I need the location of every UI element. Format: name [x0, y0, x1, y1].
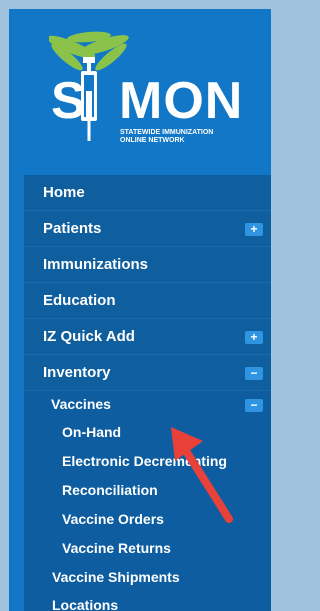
collapse-icon[interactable]: − — [245, 399, 263, 412]
simon-logo[interactable]: S MON STATEWIDE IMMUNIZATION ONLINE NETW… — [49, 31, 264, 146]
submenu-item-label: Vaccine Orders — [62, 511, 164, 527]
submenu-item-label: On-Hand — [62, 424, 122, 440]
menu-item-label: Immunizations — [43, 256, 149, 273]
submenu-item-label: Vaccine Shipments — [52, 569, 180, 585]
submenu-item-label: Vaccines — [51, 396, 111, 412]
submenu-item-label: Reconciliation — [62, 482, 158, 498]
menu-item-iz-quick-add[interactable]: IZ Quick Add + — [24, 319, 271, 355]
submenu-item-vaccine-returns[interactable]: Vaccine Returns — [24, 535, 271, 564]
menu-item-label: Inventory — [43, 364, 111, 381]
pointer-arrow-icon — [171, 427, 233, 523]
collapse-icon[interactable]: − — [245, 367, 263, 380]
menu-item-education[interactable]: Education — [24, 283, 271, 319]
submenu-item-label: Locations — [52, 597, 119, 611]
logo-letters-mon: MON — [119, 72, 244, 130]
submenu-item-locations[interactable]: Locations — [24, 592, 271, 611]
submenu-item-label: Vaccine Returns — [62, 540, 171, 556]
menu-item-label: Education — [43, 292, 116, 309]
expand-icon[interactable]: + — [245, 223, 263, 236]
logo-letter-s: S — [51, 72, 87, 130]
menu-item-immunizations[interactable]: Immunizations — [24, 247, 271, 283]
menu-item-label: Home — [43, 184, 85, 201]
menu-item-label: IZ Quick Add — [43, 328, 135, 345]
logo-tagline-line1: STATEWIDE IMMUNIZATION — [120, 129, 214, 136]
nav-menu: Home Patients + Immunizations Education … — [24, 175, 271, 611]
menu-item-home[interactable]: Home — [24, 175, 271, 211]
menu-item-patients[interactable]: Patients + — [24, 211, 271, 247]
logo-tagline-line2: ONLINE NETWORK — [120, 137, 185, 144]
menu-item-label: Patients — [43, 220, 102, 237]
submenu-item-vaccines[interactable]: Vaccines − — [24, 391, 271, 419]
sidebar: S MON STATEWIDE IMMUNIZATION ONLINE NETW… — [9, 9, 271, 611]
expand-icon[interactable]: + — [245, 331, 263, 344]
menu-item-inventory[interactable]: Inventory − — [24, 355, 271, 391]
submenu-item-vaccine-shipments[interactable]: Vaccine Shipments — [24, 564, 271, 592]
